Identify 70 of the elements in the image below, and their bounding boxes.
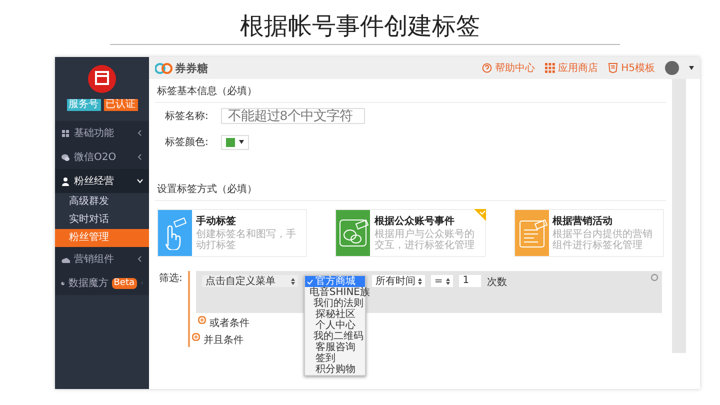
card-title: 手动标签 (196, 214, 237, 228)
dropdown-option[interactable]: 我的二维码 (305, 331, 366, 342)
shield-icon (608, 63, 618, 73)
card-title: 根据营销活动 (552, 214, 614, 228)
menu-label: 微信O2O (74, 151, 116, 164)
filter-label: 筛选: (159, 272, 182, 286)
help-icon (482, 63, 492, 73)
card-description: 创建标签名和图写，手动打标签 (196, 229, 297, 251)
caret-icon (239, 140, 244, 144)
dropdown-option[interactable]: 个人中心 (305, 320, 366, 331)
chevron-icon (137, 130, 143, 136)
dropdown-option[interactable]: 官方商城 (305, 276, 366, 287)
field-label: 标签名称: (165, 110, 210, 123)
check-corner-icon (474, 209, 486, 221)
sidebar-item[interactable]: 微信O2O (55, 145, 149, 169)
updown-icon (446, 278, 450, 284)
color-dropdown[interactable] (221, 134, 249, 150)
menu-label: 营销组件 (74, 252, 114, 266)
card-description: 根据用户与公众账号的交互，进行标签化管理 (374, 229, 476, 251)
event-select[interactable]: 点击自定义菜单 (202, 275, 298, 287)
people-icon (61, 176, 70, 186)
status-badge: 服务号 (66, 99, 100, 111)
logo-text: 券券糖 (175, 60, 208, 76)
avatar[interactable] (665, 61, 679, 75)
menu-label: 基础功能 (74, 126, 114, 140)
grid-icon (61, 128, 70, 138)
menu-label: 粉丝经营 (74, 174, 114, 188)
sidebar-item[interactable]: 营销组件 (55, 247, 149, 271)
close-icon (651, 274, 658, 281)
time-select[interactable]: 所有时间 (372, 275, 426, 287)
caret-icon (689, 66, 694, 70)
sidebar-item[interactable]: 粉丝经营 (55, 169, 149, 193)
submenu-item[interactable]: 实时对话 (55, 211, 149, 229)
count-field[interactable]: 1 (458, 275, 481, 287)
menu-label: 数据魔方 (68, 276, 109, 290)
section-title: 设置标签方式（必填） (155, 177, 666, 201)
chevron-icon (137, 178, 143, 184)
slide-title: 根据帐号事件创建标签 (239, 11, 481, 42)
check-icon (307, 278, 314, 284)
beta-badge: Beta (112, 278, 136, 288)
dropdown-option[interactable]: 客服咨询 (305, 342, 366, 353)
dropdown-option[interactable]: 我们的法则 (305, 298, 366, 309)
option-card[interactable]: 根据公众账号事件 根据用户与公众账号的交互，进行标签化管理 (335, 209, 486, 257)
sidebar-item[interactable]: 数据魔方 Beta (55, 271, 149, 295)
card-description: 根据平台内提供的营销组件进行标签化管理 (552, 229, 654, 251)
logo-icon (88, 65, 116, 93)
plus-icon (198, 316, 206, 324)
card-title: 根据公众账号事件 (374, 214, 456, 228)
status-badge: 已认证 (104, 99, 138, 111)
updown-icon (291, 278, 296, 284)
dropdown-option[interactable]: 签到 (305, 353, 366, 364)
dropdown-option[interactable]: 探秘社区 (305, 309, 366, 320)
sidebar-item[interactable]: 基础功能 (55, 121, 149, 145)
option-card[interactable]: 根据营销活动 根据平台内提供的营销组件进行标签化管理 (514, 209, 664, 257)
section-title: 标签基本信息（必填） (155, 79, 666, 103)
chevron-icon (137, 256, 143, 262)
field-label: 标签颜色: (165, 136, 210, 149)
add-or-condition[interactable]: 或者条件 (198, 316, 250, 330)
chat-bubbles-icon (61, 152, 70, 162)
grid-icon (545, 63, 556, 73)
plus-icon (192, 333, 200, 341)
unit-label: 次数 (486, 276, 507, 290)
option-card[interactable]: 手动标签 创建标签名和图写，手动打标签 (157, 209, 308, 257)
updown-icon (418, 278, 422, 284)
chevron-icon (137, 154, 143, 160)
operator-select[interactable]: = (431, 275, 453, 287)
rings-logo-icon (155, 62, 173, 74)
dropdown-option[interactable]: 积分购物 (305, 364, 366, 375)
submenu-item[interactable]: 高级群发 (55, 193, 149, 211)
add-and-condition[interactable]: 并且条件 (192, 333, 244, 347)
